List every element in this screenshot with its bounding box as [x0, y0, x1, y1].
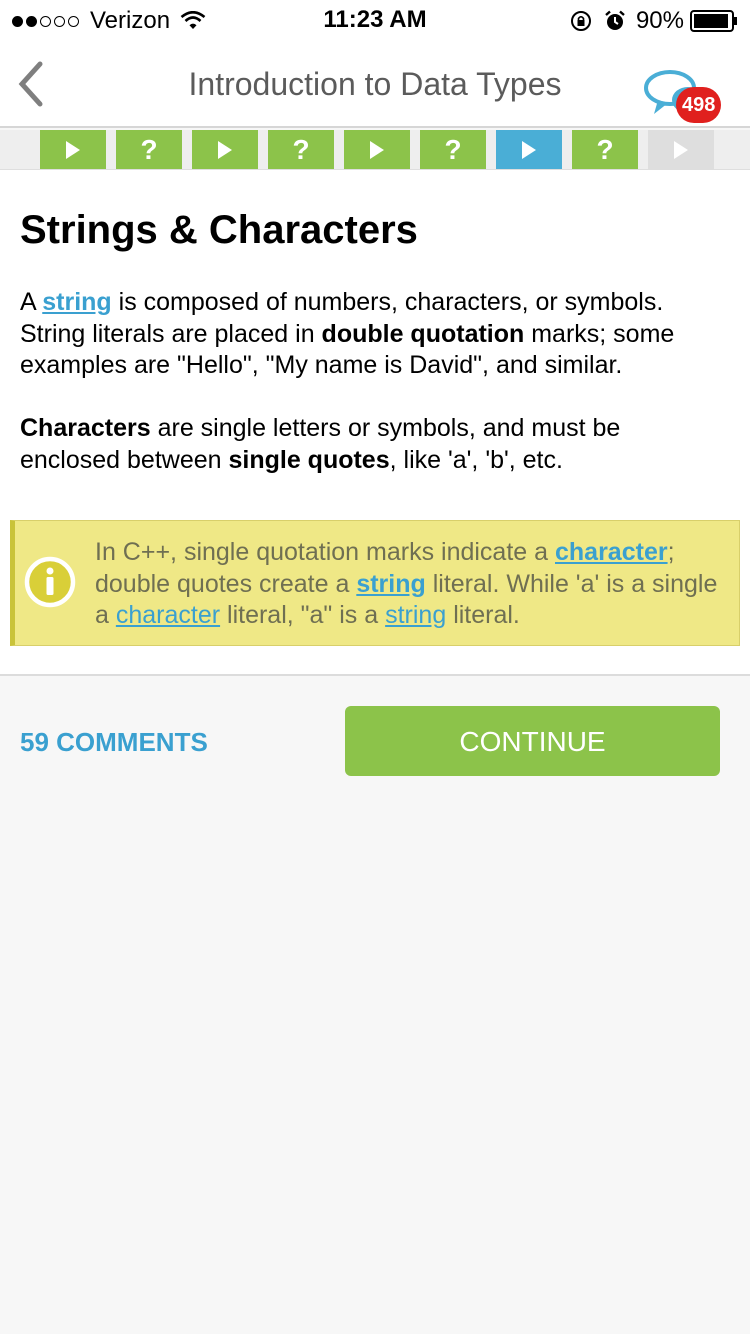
text: literal, "a" is a: [220, 601, 386, 629]
bold-text: single quotes: [228, 445, 390, 474]
paragraph-strings: A string is composed of numbers, charact…: [20, 287, 720, 382]
string-glossary-link[interactable]: string: [385, 601, 446, 629]
alarm-icon: [605, 10, 625, 30]
bold-text: Characters: [20, 414, 151, 442]
text: , like 'a', 'b', etc.: [389, 445, 563, 474]
continue-button[interactable]: CONTINUE: [345, 706, 720, 776]
rotation-lock-icon: [570, 11, 591, 31]
quiz-icon: ?: [444, 133, 462, 165]
play-icon: [674, 140, 688, 159]
lesson-progress-bar: ????: [0, 130, 750, 170]
play-icon: [522, 140, 536, 159]
note-text: In C++, single quotation marks indicate …: [95, 537, 735, 632]
progress-step-play-9[interactable]: [648, 130, 714, 169]
quiz-icon: ?: [140, 133, 158, 165]
quiz-icon: ?: [292, 133, 310, 165]
page-title: Introduction to Data Types: [188, 66, 562, 102]
text: In C++, single quotation marks indicate …: [95, 538, 555, 566]
progress-step-play-7[interactable]: [496, 130, 562, 169]
quiz-icon: ?: [596, 133, 614, 165]
info-icon: [24, 556, 76, 608]
character-glossary-link[interactable]: character: [555, 538, 668, 566]
lesson-title: Strings & Characters: [20, 208, 418, 252]
play-icon: [218, 140, 232, 159]
progress-step-play-3[interactable]: [192, 130, 258, 169]
comments-link[interactable]: 59 COMMENTS: [20, 727, 208, 758]
bold-text: double quotation: [321, 319, 525, 348]
nav-header: Introduction to Data Types 498: [0, 40, 750, 128]
status-bar: Verizon 11:23 AM 90%: [0, 0, 750, 40]
play-icon: [66, 140, 80, 159]
battery-icon: [690, 10, 737, 32]
progress-step-quiz-4[interactable]: ?: [268, 130, 334, 169]
paragraph-characters: Characters are single letters or symbols…: [20, 413, 720, 476]
progress-step-play-5[interactable]: [344, 130, 410, 169]
play-icon: [370, 140, 384, 159]
status-right: 90%: [558, 7, 738, 35]
string-glossary-link[interactable]: string: [356, 570, 425, 598]
lesson-content: Strings & Characters A string is compose…: [0, 170, 750, 676]
progress-step-play-1[interactable]: [40, 130, 106, 169]
info-note: In C++, single quotation marks indicate …: [10, 520, 740, 646]
notification-badge: 498: [676, 87, 722, 123]
text: A: [20, 288, 43, 316]
progress-step-quiz-6[interactable]: ?: [420, 130, 486, 169]
progress-step-quiz-8[interactable]: ?: [572, 130, 638, 169]
character-glossary-link[interactable]: character: [116, 601, 220, 629]
text: literal.: [446, 601, 520, 629]
battery-percent: 90%: [635, 7, 684, 34]
string-glossary-link[interactable]: string: [42, 288, 111, 316]
progress-step-quiz-2[interactable]: ?: [116, 130, 182, 169]
